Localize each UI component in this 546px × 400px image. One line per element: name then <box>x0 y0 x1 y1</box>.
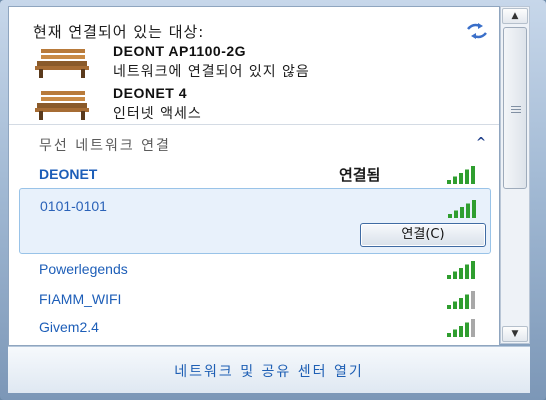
signal-strength-icon <box>448 200 476 218</box>
network-name: Givem2.4 <box>39 319 99 335</box>
bench-network-icon <box>35 49 89 78</box>
signal-bar <box>459 268 463 279</box>
vertical-scrollbar[interactable]: ▲ ▼ <box>500 6 530 344</box>
scroll-up-arrow-icon[interactable]: ▲ <box>502 8 528 24</box>
signal-bar <box>460 207 464 218</box>
network-row-0101-0101[interactable]: 0101-0101 연결(C) <box>19 188 491 254</box>
signal-bar <box>453 176 457 184</box>
open-network-sharing-center-link[interactable]: 네트워크 및 공유 센터 열기 <box>8 361 530 381</box>
collapse-chevron-icon[interactable]: ^ <box>476 135 486 149</box>
signal-bar <box>471 261 475 279</box>
connect-button[interactable]: 연결(C) <box>360 223 486 247</box>
network-panel: 현재 연결되어 있는 대상: DEONT AP1100-2G 네트워크에 연결되… <box>8 6 500 346</box>
signal-bar <box>447 305 451 309</box>
signal-bar <box>465 169 469 184</box>
signal-bar <box>472 200 476 218</box>
signal-bar <box>447 333 451 337</box>
signal-bar <box>453 301 457 309</box>
footer-bar: 네트워크 및 공유 센터 열기 <box>8 346 530 393</box>
signal-bar <box>453 329 457 337</box>
network-row-fiamm-wifi[interactable]: FIAMM_WIFI <box>9 287 499 315</box>
signal-bar <box>459 298 463 309</box>
network-row-givem[interactable]: Givem2.4 <box>9 315 499 343</box>
signal-bar <box>465 322 469 337</box>
scroll-down-arrow-icon[interactable]: ▼ <box>502 326 528 342</box>
current-connections-heading: 현재 연결되어 있는 대상: <box>33 23 205 41</box>
wireless-section-heading: 무선 네트워크 연결 <box>39 138 171 154</box>
section-divider <box>9 124 499 125</box>
connected-status: 연결됨 <box>339 166 381 184</box>
signal-bar <box>459 326 463 337</box>
scrollbar-thumb[interactable] <box>503 27 527 189</box>
signal-bar <box>447 275 451 279</box>
signal-strength-icon <box>447 166 475 184</box>
signal-bar <box>454 210 458 218</box>
network-row-deonet[interactable]: DEONET 연결됨 <box>9 162 499 190</box>
partially-hidden-network-row <box>39 341 119 345</box>
signal-bar <box>453 271 457 279</box>
signal-strength-icon <box>447 261 475 279</box>
network-name: Powerlegends <box>39 261 128 277</box>
signal-bar <box>465 294 469 309</box>
network-name: DEONET <box>39 166 98 182</box>
current-connection-item: DEONET 4 인터넷 액세스 <box>33 85 473 125</box>
refresh-icon[interactable] <box>465 21 489 41</box>
bench-network-icon <box>35 91 89 120</box>
scrollbar-grip <box>511 104 521 115</box>
signal-bar <box>465 264 469 279</box>
connection-name: DEONET 4 <box>113 85 188 101</box>
signal-bar <box>448 214 452 218</box>
network-name: 0101-0101 <box>40 198 107 214</box>
network-row-powerlegends[interactable]: Powerlegends <box>9 257 499 285</box>
signal-strength-icon <box>447 291 475 309</box>
signal-bar <box>471 319 475 337</box>
current-connection-item: DEONT AP1100-2G 네트워크에 연결되어 있지 않음 <box>33 43 473 83</box>
connection-name: DEONT AP1100-2G <box>113 43 247 59</box>
connection-status: 네트워크에 연결되어 있지 않음 <box>113 64 310 80</box>
connection-status: 인터넷 액세스 <box>113 106 202 122</box>
signal-bar <box>471 291 475 309</box>
network-name: FIAMM_WIFI <box>39 291 122 307</box>
signal-bar <box>459 173 463 184</box>
signal-bar <box>447 180 451 184</box>
signal-bar <box>466 203 470 218</box>
signal-strength-icon <box>447 319 475 337</box>
signal-bar <box>471 166 475 184</box>
